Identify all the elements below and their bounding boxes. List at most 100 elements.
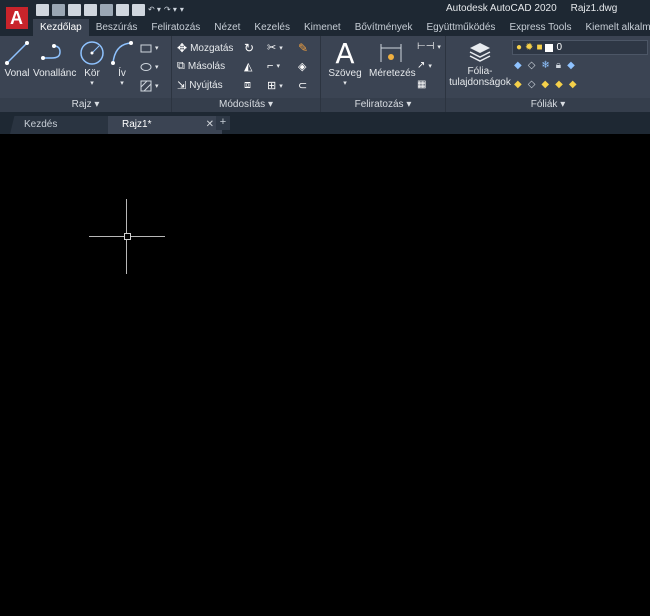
layer-match-icon[interactable]: ◆ <box>569 79 577 90</box>
layer-properties-icon <box>469 43 491 62</box>
stretch-icon: ⇲ <box>177 80 187 92</box>
share-icon[interactable] <box>116 3 129 16</box>
move-button[interactable]: ✥ Mozgatás <box>177 41 233 55</box>
copy-icon: ⧉ <box>177 60 185 72</box>
polyline-button[interactable]: Vonallánc <box>33 40 77 79</box>
tab-beszuras[interactable]: Beszúrás <box>89 19 145 36</box>
layer-off-icon[interactable]: ◆ <box>514 60 522 71</box>
explode-icon: ◈ <box>298 61 307 73</box>
arc-label: Ív <box>118 68 126 79</box>
tab-kimenet[interactable]: Kimenet <box>297 19 348 36</box>
panel-rajz-label[interactable]: Rajz ▾ <box>0 98 171 112</box>
circle-label: Kör <box>84 68 100 79</box>
fillet-button[interactable]: ⌐ ▾ <box>267 60 280 72</box>
file-tab-drawing[interactable]: Rajz1* ✕ <box>108 116 222 134</box>
text-button[interactable]: A Szöveg ▾ <box>327 40 363 88</box>
lightbulb-icon: ● <box>516 42 523 53</box>
layer-dropdown[interactable]: ● ✹ ■ 0 <box>512 40 648 55</box>
circle-button[interactable]: Kör ▾ <box>78 40 106 87</box>
line-button[interactable]: Vonal <box>2 40 32 79</box>
linear-dim-button[interactable]: ⊢⊣ ▾ <box>417 41 441 52</box>
offset-icon: ⊂ <box>298 80 308 92</box>
web-save-icon[interactable] <box>100 3 113 16</box>
trim-button[interactable]: ✂ ▾ <box>267 41 283 54</box>
table-icon: ▦ <box>417 79 427 90</box>
panel-modositas-label[interactable]: Módosítás ▾ <box>172 98 320 112</box>
rotate-button[interactable]: ↻ <box>244 41 254 55</box>
hatch-button[interactable]: ▾ <box>140 80 159 92</box>
line-label: Vonal <box>4 68 30 79</box>
file-tab-start[interactable]: Kezdés <box>10 116 120 134</box>
panel-foliak: Fólia- tulajdonságok ● ✹ ■ 0 ◆ ◇ ❄ 🔒︎ ◆ … <box>446 36 650 112</box>
panel-rajz: Vonal Vonallánc Kör ▾ Ív ▾ ▾ ▾ ▾ Rajz ▾ <box>0 36 172 112</box>
explode-button[interactable]: ◈ <box>298 60 306 73</box>
tab-kezeles[interactable]: Kezelés <box>247 19 297 36</box>
array-button[interactable]: ⊞ ▾ <box>267 79 283 92</box>
polyline-icon <box>41 44 61 60</box>
plot-icon[interactable] <box>132 3 145 16</box>
sun-icon: ✹ <box>525 42 534 53</box>
layer-make-current-icon[interactable]: ◆ <box>567 60 575 71</box>
layer-thaw-icon[interactable]: ◆ <box>541 79 549 90</box>
stretch-button[interactable]: ⇲ Nyújtás <box>177 79 223 92</box>
ribbon-tabs: Kezdőlap Beszúrás Feliratozás Nézet Keze… <box>33 19 650 36</box>
erase-button[interactable]: ✎ <box>298 41 308 55</box>
new-icon[interactable] <box>36 3 49 16</box>
title-bar: ↶ ▾ ↷ ▾ ▾ Autodesk AutoCAD 2020 Rajz1.dwg <box>0 0 650 19</box>
dimension-icon <box>380 44 402 62</box>
drawing-canvas[interactable] <box>0 134 650 616</box>
layer-lock-icon[interactable]: 🔒︎ <box>556 60 561 71</box>
linear-dimension-icon: ⊢⊣ <box>417 41 435 52</box>
table-button[interactable]: ▦ <box>417 79 426 90</box>
tab-kiemelt-alkalmazasok[interactable]: Kiemelt alkalmazások <box>579 19 650 36</box>
unlock-icon: ■ <box>536 42 543 53</box>
layer-tools-row-2: ◆ ◇ ◆ ◆ ◆ <box>514 79 577 90</box>
new-tab-button[interactable]: + <box>216 116 230 130</box>
layer-isolate-icon[interactable]: ◇ <box>528 60 536 71</box>
move-label: Mozgatás <box>190 42 234 54</box>
copy-button[interactable]: ⧉ Másolás <box>177 60 225 73</box>
tab-nezet[interactable]: Nézet <box>207 19 247 36</box>
rectangle-button[interactable]: ▾ <box>140 42 159 54</box>
redo-icon[interactable]: ↷ ▾ <box>164 5 177 14</box>
customize-qat-icon[interactable]: ▾ <box>180 5 184 14</box>
color-swatch-icon <box>545 43 554 52</box>
tab-express-tools[interactable]: Express Tools <box>502 19 578 36</box>
tab-egyuttmukodes[interactable]: Együttműködés <box>420 19 503 36</box>
layer-on-icon[interactable]: ◆ <box>514 79 522 90</box>
layer-properties-label-1: Fólia- <box>467 66 493 77</box>
layer-properties-label-2: tulajdonságok <box>449 77 511 88</box>
tab-bovitmenyek[interactable]: Bővítmények <box>348 19 420 36</box>
undo-icon[interactable]: ↶ ▾ <box>148 5 161 14</box>
scale-button[interactable]: ⧈ <box>244 79 251 92</box>
dimension-button[interactable]: Méretezés <box>369 40 416 79</box>
tab-kezdolap[interactable]: Kezdőlap <box>33 19 89 36</box>
tab-feliratozas[interactable]: Feliratozás <box>144 19 207 36</box>
trim-icon: ✂ <box>267 42 277 54</box>
application-menu-button[interactable]: A <box>0 0 33 36</box>
layer-freeze-icon[interactable]: ❄ <box>541 60 549 71</box>
open-icon[interactable] <box>52 3 65 16</box>
save-as-icon[interactable] <box>84 3 97 16</box>
circle-icon <box>80 41 104 65</box>
panel-modositas: ✥ Mozgatás ⧉ Másolás ⇲ Nyújtás ↻ ◭ ⧈ ✂ ▾ ⌐ ▾ … <box>172 36 321 112</box>
save-icon[interactable] <box>68 3 81 16</box>
layer-unisolate-icon[interactable]: ◇ <box>528 79 536 90</box>
leader-icon: ↗ <box>417 60 426 71</box>
hatch-icon <box>140 80 152 92</box>
layer-properties-button[interactable]: Fólia- tulajdonságok <box>448 40 512 88</box>
scale-icon: ⧈ <box>244 79 251 91</box>
close-tab-icon[interactable]: ✕ <box>206 116 214 134</box>
rotate-icon: ↻ <box>244 41 255 55</box>
ellipse-button[interactable]: ▾ <box>140 61 159 73</box>
polyline-label: Vonallánc <box>33 68 77 79</box>
panel-foliak-label[interactable]: Fóliák ▾ <box>446 98 650 112</box>
move-icon: ✥ <box>177 41 188 55</box>
offset-button[interactable]: ⊂ <box>298 79 307 92</box>
panel-feliratozas-label[interactable]: Feliratozás ▾ <box>321 98 445 112</box>
app-name: Autodesk AutoCAD 2020 <box>446 3 557 14</box>
layer-unlock-icon[interactable]: ◆ <box>555 79 563 90</box>
mirror-button[interactable]: ◭ <box>244 60 252 73</box>
arc-button[interactable]: Ív ▾ <box>108 40 136 87</box>
leader-button[interactable]: ↗ ▾ <box>417 60 432 71</box>
